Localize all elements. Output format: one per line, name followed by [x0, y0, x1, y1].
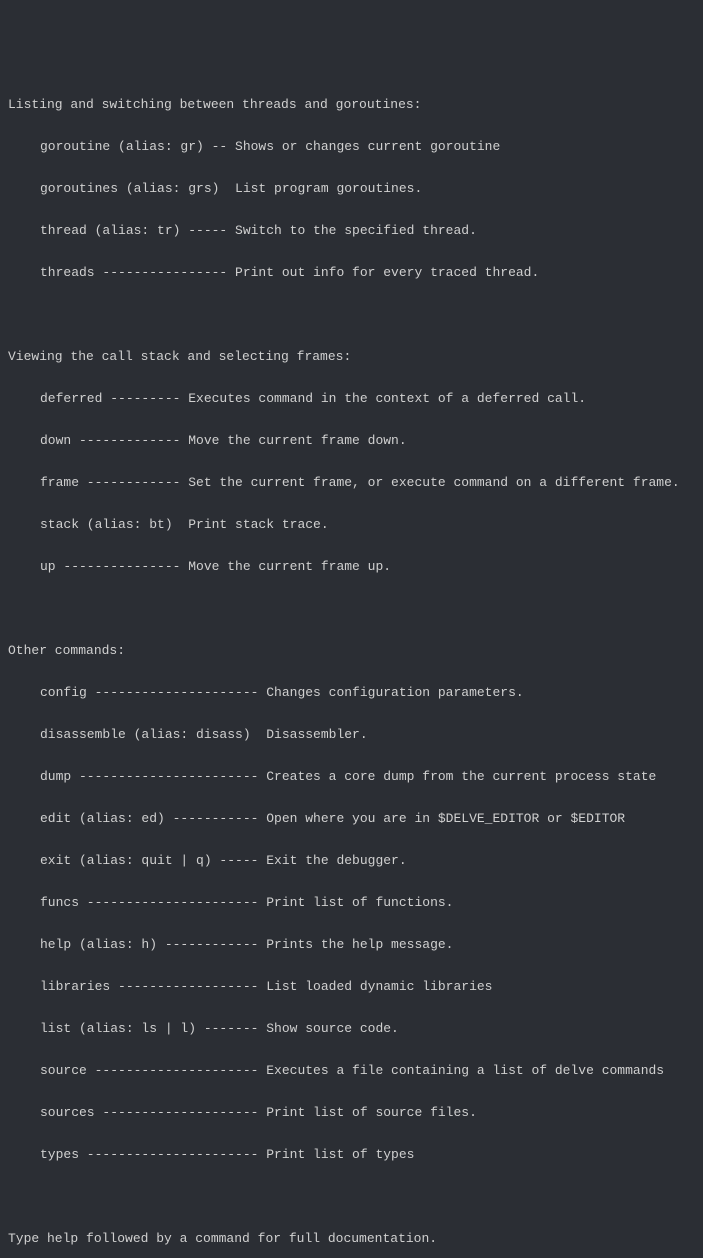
cmd-funcs: funcs ---------------------- Print list …	[8, 892, 695, 913]
cmd-sources: sources -------------------- Print list …	[8, 1102, 695, 1123]
blank-line	[8, 598, 695, 619]
cmd-disassemble: disassemble (alias: disass) Disassembler…	[8, 724, 695, 745]
cmd-exit: exit (alias: quit | q) ----- Exit the de…	[8, 850, 695, 871]
blank-line	[8, 304, 695, 325]
cmd-goroutines: goroutines (alias: grs) List program gor…	[8, 178, 695, 199]
cmd-types: types ---------------------- Print list …	[8, 1144, 695, 1165]
cmd-up: up --------------- Move the current fram…	[8, 556, 695, 577]
cmd-down: down ------------- Move the current fram…	[8, 430, 695, 451]
cmd-libraries: libraries ------------------ List loaded…	[8, 976, 695, 997]
section-header-threads: Listing and switching between threads an…	[8, 94, 695, 115]
cmd-goroutine: goroutine (alias: gr) -- Shows or change…	[8, 136, 695, 157]
cmd-thread: thread (alias: tr) ----- Switch to the s…	[8, 220, 695, 241]
cmd-stack: stack (alias: bt) Print stack trace.	[8, 514, 695, 535]
cmd-edit: edit (alias: ed) ----------- Open where …	[8, 808, 695, 829]
cmd-list: list (alias: ls | l) ------- Show source…	[8, 1018, 695, 1039]
cmd-threads: threads ---------------- Print out info …	[8, 262, 695, 283]
cmd-deferred: deferred --------- Executes command in t…	[8, 388, 695, 409]
cmd-source: source --------------------- Executes a …	[8, 1060, 695, 1081]
section-header-other: Other commands:	[8, 640, 695, 661]
section-header-stack: Viewing the call stack and selecting fra…	[8, 346, 695, 367]
cmd-help: help (alias: h) ------------ Prints the …	[8, 934, 695, 955]
footer-help-hint: Type help followed by a command for full…	[8, 1228, 695, 1249]
cmd-frame: frame ------------ Set the current frame…	[8, 472, 695, 493]
blank-line	[8, 1186, 695, 1207]
cmd-dump: dump ----------------------- Creates a c…	[8, 766, 695, 787]
cmd-config: config --------------------- Changes con…	[8, 682, 695, 703]
